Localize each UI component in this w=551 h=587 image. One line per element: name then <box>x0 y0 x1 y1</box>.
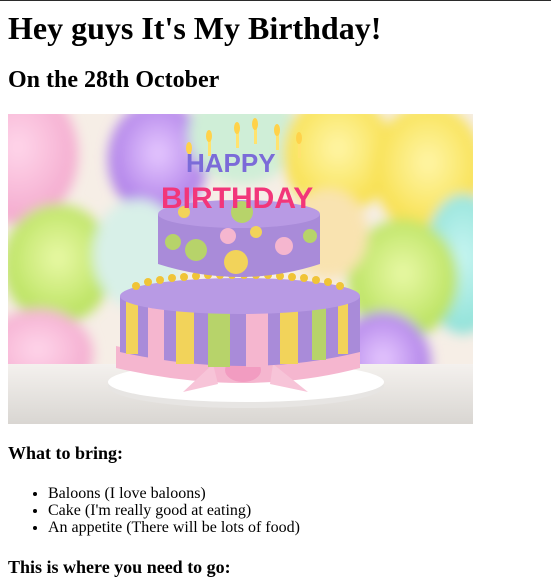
birthday-candle-text: BIRTHDAY <box>161 182 313 215</box>
list-item: Baloons (I love baloons) <box>48 485 300 502</box>
what-to-bring-heading: What to bring: <box>8 443 124 463</box>
happy-candle-text: HAPPY <box>186 148 276 178</box>
date-subtitle: On the 28th October <box>8 67 220 93</box>
directions-heading: This is where you need to go: <box>8 557 231 577</box>
birthday-cake-image: HAPPY BIRTHDAY <box>8 114 473 424</box>
page-title: Hey guys It's My Birthday! <box>8 10 382 46</box>
list-item: Cake (I'm really good at eating) <box>48 502 300 519</box>
bring-list: Baloons (I love baloons) Cake (I'm reall… <box>8 485 300 536</box>
list-item: An appetite (There will be lots of food) <box>48 519 300 536</box>
top-border <box>0 0 551 1</box>
